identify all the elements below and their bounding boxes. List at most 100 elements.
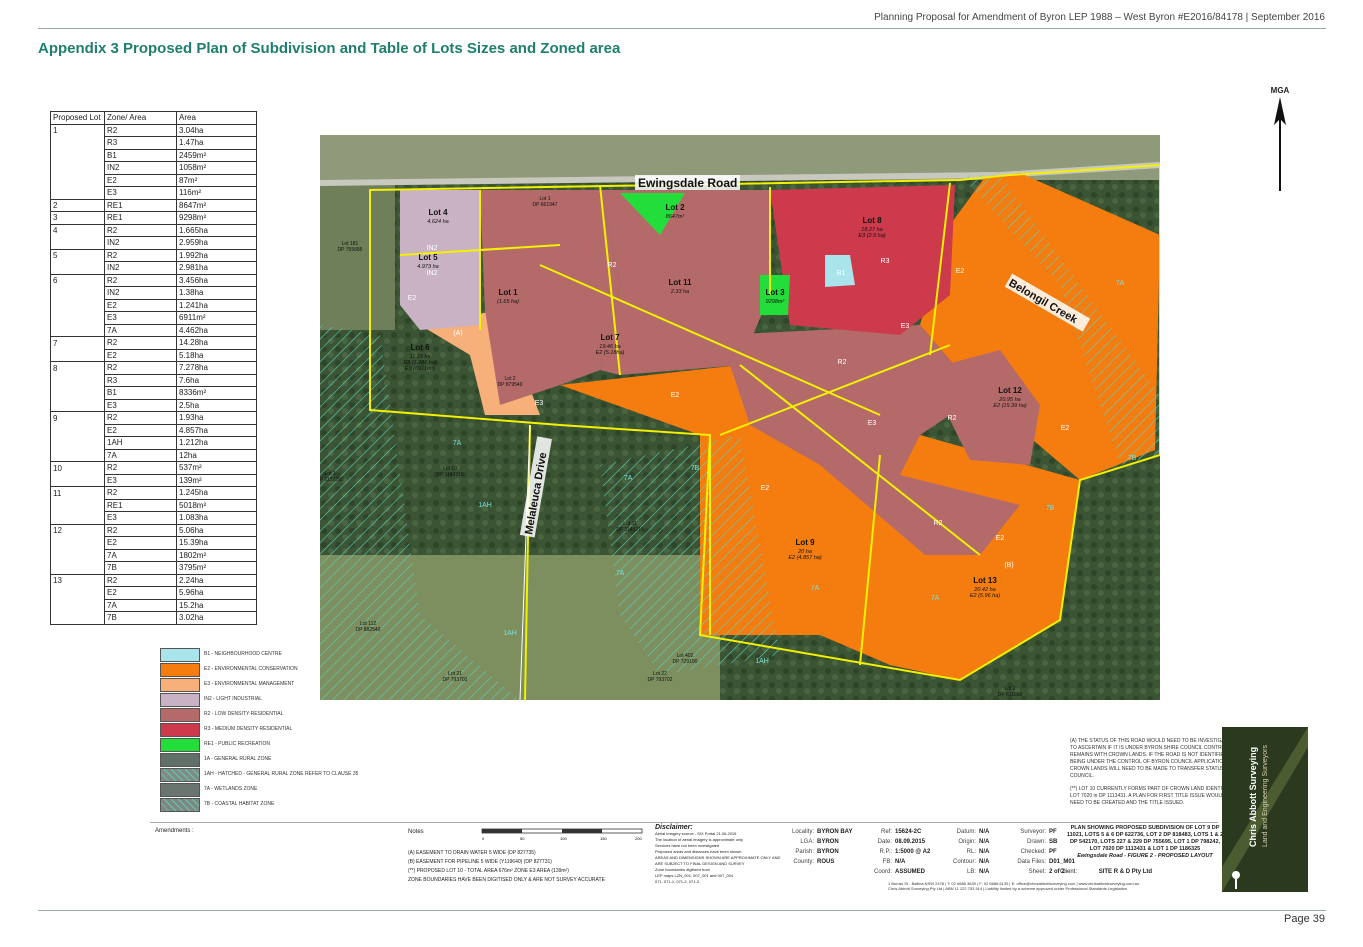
legend-label: R3 - MEDIUM DENSITY RESIDENTIAL: [204, 726, 293, 732]
table-header-area: Area: [176, 111, 257, 125]
lot-number-cell: [50, 386, 105, 399]
lot-name-label: Lot 1: [498, 288, 518, 297]
legend-label: 1AH - HATCHED - GENERAL RURAL ZONE REFER…: [204, 771, 359, 777]
lot-name-label: Lot 13: [973, 576, 997, 585]
title-block-row: Contour: N/A: [950, 857, 989, 867]
title-block-row: Parish: BYRON: [780, 847, 852, 857]
lot-number-cell: [50, 349, 105, 362]
title-block-key: R.P.:: [879, 849, 892, 855]
lot-name-label: Lot 5: [418, 253, 438, 262]
existing-lot-dp: DP 879549: [498, 382, 523, 388]
zone-label: R2: [608, 262, 617, 269]
area-cell: 1.665ha: [176, 223, 257, 237]
scale-tick-1: 50: [520, 836, 525, 841]
table-row: E2 5.96ha: [50, 586, 257, 600]
legend-swatch: [160, 753, 200, 767]
zone-label: B1: [837, 270, 846, 277]
lot-number-cell: [50, 299, 105, 312]
table-row: 7A 12ha: [50, 448, 257, 462]
lot-sub-label: E3 (2.5 ha): [858, 233, 885, 239]
lot-sub-label: E2 (15.39 ha): [993, 403, 1026, 409]
north-arrow-icon: [1274, 97, 1286, 191]
lot-area-label: 9298m²: [766, 299, 785, 305]
area-cell: 1.38ha: [176, 286, 257, 300]
legend-label: E3 - ENVIRONMENTAL MANAGEMENT: [204, 681, 295, 687]
title-block-key: Contour:: [952, 859, 976, 865]
title-block-row: Locality: BYRON BAY: [780, 827, 852, 837]
zone-cell: R2: [104, 336, 177, 350]
area-cell: 1.93ha: [176, 411, 257, 425]
legend-label: IN2 - LIGHT INDUSTRIAL: [204, 696, 262, 702]
title-block-value: N/A: [895, 859, 906, 865]
amendments-label: Amendments :: [155, 828, 194, 834]
footer-divider: [38, 910, 1326, 911]
zone-label: E3: [868, 420, 877, 427]
table-row: 9 R2 1.93ha: [50, 411, 257, 425]
disclaimer-item: 071, 071-1, 071-2, 071-3: [655, 879, 700, 884]
title-block-row: Origin: N/A: [950, 837, 989, 847]
zone-label: 7A: [1116, 280, 1125, 287]
lot-number-cell: [50, 561, 105, 575]
zone-cell: RE1: [104, 198, 177, 212]
lot-number-cell: [50, 186, 105, 200]
zone-cell: B1: [104, 386, 177, 400]
zone-cell: IN2: [104, 286, 177, 300]
area-cell: 5.96ha: [176, 586, 257, 600]
zone-cell: R3: [104, 373, 177, 387]
lot-number-cell: 9: [50, 411, 105, 424]
lot-sub-label: E3 (6911m²): [405, 366, 435, 372]
legend-label: R2 - LOW DENSITY RESIDENTIAL: [204, 711, 284, 717]
zone-label: 7A: [931, 595, 940, 602]
table-row: 7B 3.02ha: [50, 611, 257, 625]
table-header-lot: Proposed Lot: [50, 111, 105, 125]
table-row: E3 116m²: [50, 186, 257, 200]
existing-lot-dp: DP 729190: [673, 659, 698, 665]
lot-number-cell: [50, 174, 105, 187]
lot-table-body: 1 R2 3.04ha R3 1.47ha B1 2459m² IN2 1058m² E2 87m²…: [50, 123, 257, 625]
existing-lot-dp: DP 1143215: [616, 527, 644, 533]
area-cell: 87m²: [176, 173, 257, 187]
title-block-value: BYRON BAY: [817, 829, 853, 835]
title-block-value: ASSUMED: [895, 869, 926, 875]
lot-number-cell: [50, 161, 105, 174]
zone-cell: 7A: [104, 448, 177, 462]
zone-label: R2: [948, 415, 957, 422]
zone-label: E3: [901, 323, 910, 330]
lot-sizes-table: Proposed Lot Zone/ Area Area 1 R2 3.04ha R3…: [50, 111, 257, 625]
zone-label: 7B: [1128, 455, 1137, 462]
zone-cell: IN2: [104, 236, 177, 250]
lot-name-label: Lot 8: [862, 216, 882, 225]
table-row: E2 87m²: [50, 173, 257, 187]
lot-number-cell: [50, 286, 105, 299]
lot-area-label: 8647m²: [666, 214, 685, 220]
table-row: 11 R2 1.245ha: [50, 486, 257, 500]
page-title: Appendix 3 Proposed Plan of Subdivision …: [38, 40, 621, 57]
zone-label: E2: [671, 392, 680, 399]
disclaimer-section: Disclaimer: Aerial imagery source - SIX …: [655, 824, 785, 885]
title-block-key: Ref:: [880, 829, 892, 835]
zone-cell: 7B: [104, 611, 177, 625]
lot-number-cell: 12: [50, 523, 105, 537]
zone-cell: R2: [104, 461, 177, 475]
zone-label: E2: [408, 295, 417, 302]
title-block-key: Origin:: [958, 839, 976, 845]
zone-cell: R2: [104, 273, 177, 287]
zone-cell: 7A: [104, 598, 177, 612]
lot-number-cell: 10: [50, 461, 105, 474]
area-cell: 6911m²: [176, 311, 257, 325]
lot-number-cell: [50, 611, 105, 625]
zone-cell: R3: [104, 136, 177, 150]
table-row: IN2 2.959ha: [50, 236, 257, 250]
table-row: E3 6911m²: [50, 311, 257, 325]
zone-cell: RE1: [104, 211, 177, 225]
table-row: E3 1.083ha: [50, 511, 257, 525]
table-row: E2 15.39ha: [50, 536, 257, 550]
area-cell: 1.241ha: [176, 298, 257, 312]
scale-tick-0: 0: [482, 836, 485, 841]
table-row: E2 4.857ha: [50, 423, 257, 437]
zone-cell: 7A: [104, 548, 177, 562]
zone-label: R3: [881, 258, 890, 265]
legend-item: E2 - ENVIRONMENTAL CONSERVATION: [160, 663, 360, 677]
lot-number-cell: [50, 261, 105, 275]
lot-number-cell: [50, 149, 105, 162]
